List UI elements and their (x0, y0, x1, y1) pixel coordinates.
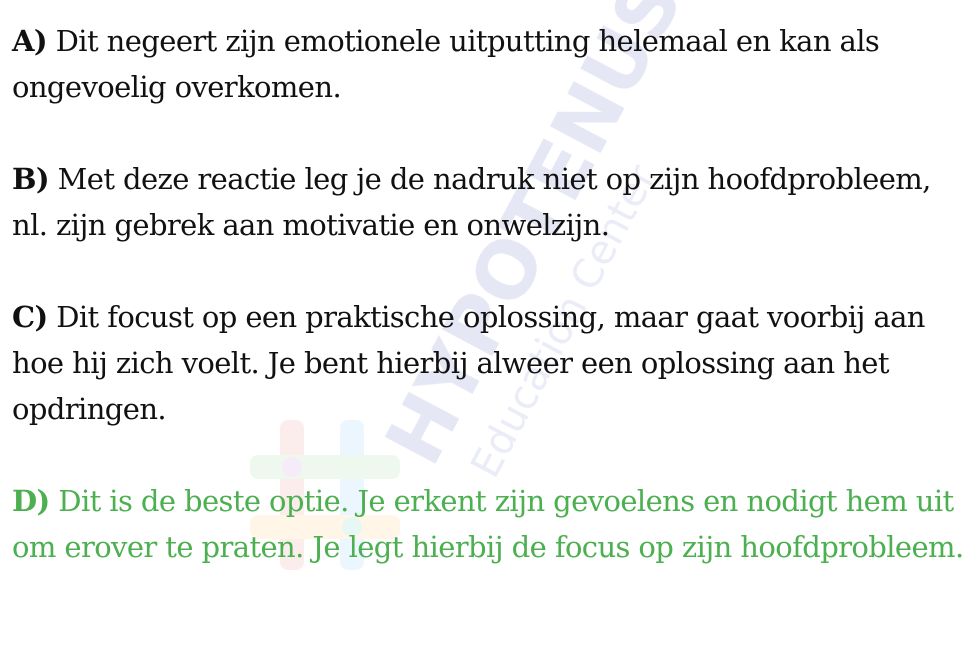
answer-d-letter: D) (12, 484, 50, 518)
answer-d-text: Dit is de beste optie. Je erkent zijn ge… (12, 484, 964, 564)
answer-b-letter: B) (12, 162, 50, 196)
answer-b: B) Met deze reactie leg je de nadruk nie… (12, 156, 972, 248)
answer-c: C) Dit focust op een praktische oplossin… (12, 294, 972, 432)
answer-b-text: Met deze reactie leg je de nadruk niet o… (12, 162, 931, 242)
answer-list: A) Dit negeert zijn emotionele uitputtin… (12, 18, 972, 616)
answer-a-letter: A) (12, 24, 48, 58)
answer-d-correct: D) Dit is de beste optie. Je erkent zijn… (12, 478, 972, 570)
answer-a: A) Dit negeert zijn emotionele uitputtin… (12, 18, 972, 110)
answer-c-letter: C) (12, 300, 48, 334)
answer-c-text: Dit focust op een praktische oplossing, … (12, 300, 925, 426)
answer-a-text: Dit negeert zijn emotionele uitputting h… (12, 24, 880, 104)
